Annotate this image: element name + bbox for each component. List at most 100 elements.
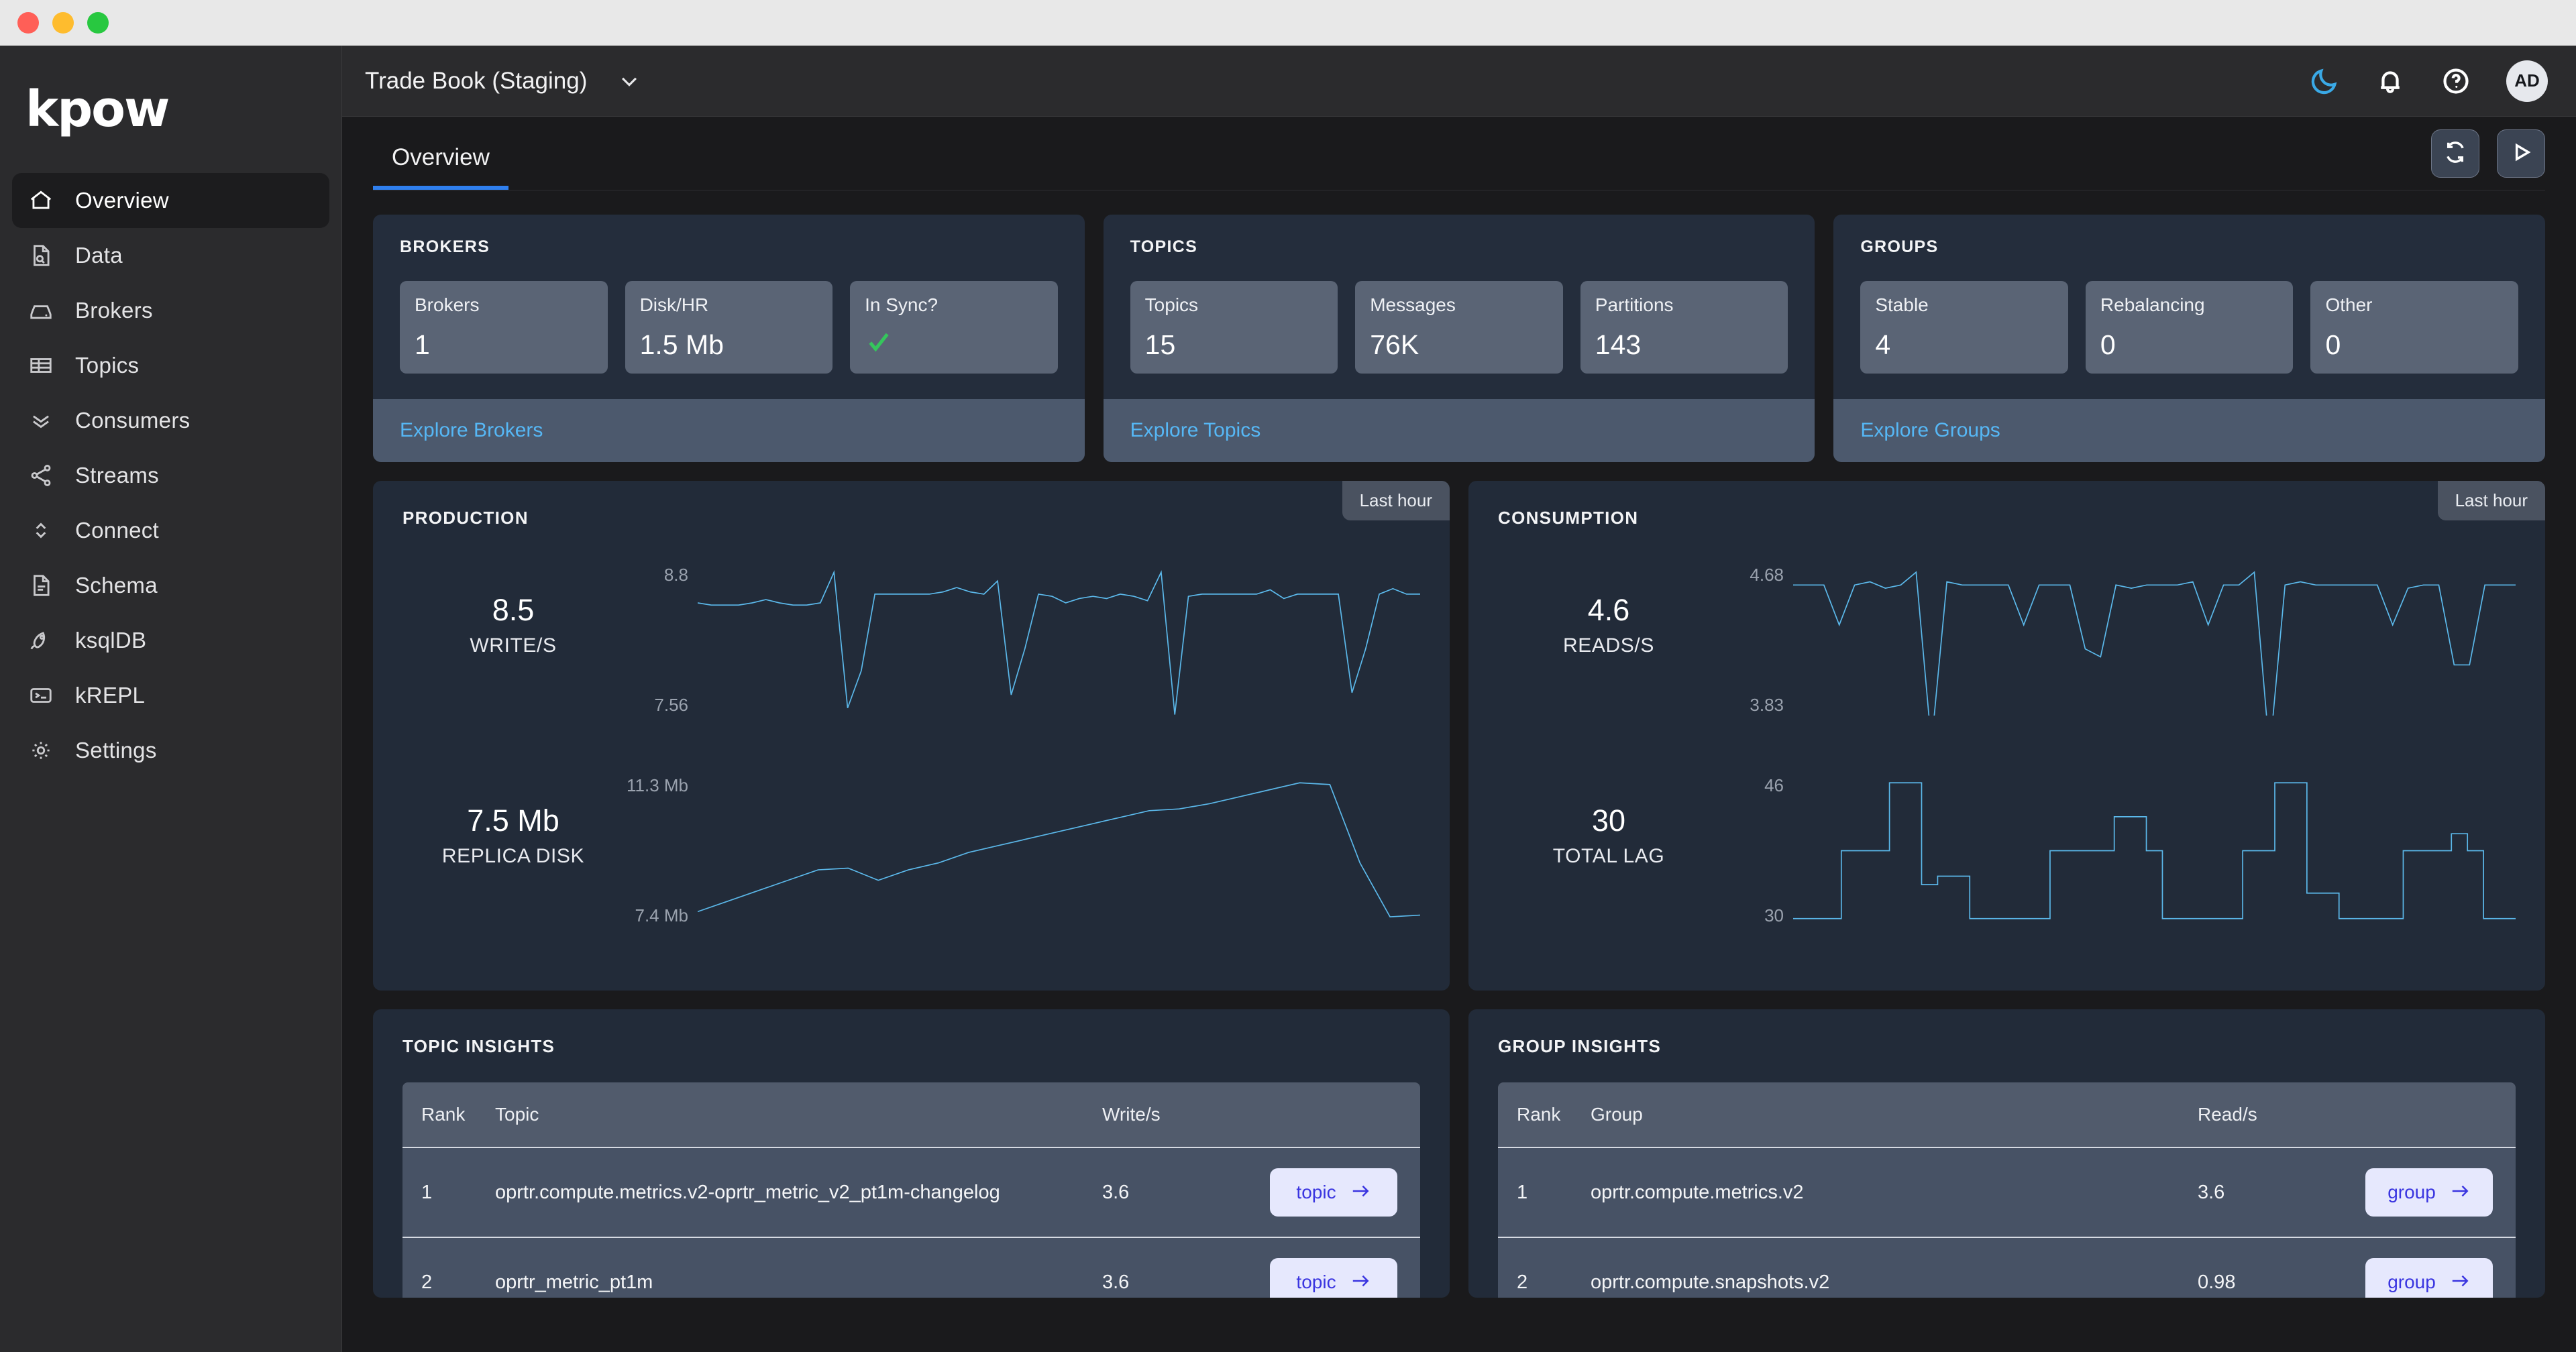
sparkline-reads	[1793, 565, 2516, 716]
topic-link-button[interactable]: topic	[1270, 1168, 1397, 1217]
explore-topics-link[interactable]: Explore Topics	[1130, 419, 1261, 441]
y-axis: 11.3 Mb 7.4 Mb	[624, 775, 698, 926]
stat-tiles: Topics 15 Messages 76K Partitions 143	[1130, 281, 1788, 374]
col-header-group: Group	[1572, 1082, 2179, 1147]
sidebar-item-connect[interactable]: Connect	[12, 503, 329, 558]
col-header-rank: Rank	[402, 1082, 476, 1147]
card-title: TOPICS	[1130, 237, 1788, 257]
sidebar-item-label: kREPL	[75, 683, 145, 708]
sidebar-item-brokers[interactable]: Brokers	[12, 283, 329, 338]
table-row[interactable]: 1 oprtr.compute.metrics.v2 3.6 group	[1498, 1147, 2516, 1237]
share-icon	[27, 461, 55, 490]
panel-toolbar	[2431, 129, 2545, 190]
stat-value: 4	[1875, 331, 2053, 359]
sidebar-item-ksqldb[interactable]: ksqlDB	[12, 613, 329, 668]
sidebar-item-consumers[interactable]: Consumers	[12, 393, 329, 448]
stat-tile-rebalancing: Rebalancing 0	[2086, 281, 2294, 374]
sidebar-item-streams[interactable]: Streams	[12, 448, 329, 503]
arrow-right-icon	[1351, 1182, 1371, 1203]
bell-icon[interactable]	[2375, 66, 2406, 97]
card-title: BROKERS	[400, 237, 1058, 257]
group-link-button[interactable]: group	[2365, 1258, 2493, 1298]
sidebar-item-topics[interactable]: Topics	[12, 338, 329, 393]
group-link-button[interactable]: group	[2365, 1168, 2493, 1217]
stat-label: In Sync?	[865, 294, 1043, 316]
table-row[interactable]: 1 oprtr.compute.metrics.v2-oprtr_metric_…	[402, 1147, 1420, 1237]
tab-overview[interactable]: Overview	[373, 144, 508, 190]
col-header-action	[2347, 1082, 2516, 1147]
cluster-selector[interactable]: Trade Book (Staging)	[365, 68, 641, 95]
table-row[interactable]: 2 oprtr_metric_pt1m 3.6 topic	[402, 1237, 1420, 1298]
cluster-name: Trade Book (Staging)	[365, 68, 587, 95]
topic-link-button[interactable]: topic	[1270, 1258, 1397, 1298]
card-footer: Explore Topics	[1104, 399, 1815, 462]
axis-min-label: 7.4 Mb	[635, 905, 689, 926]
sidebar-item-settings[interactable]: Settings	[12, 723, 329, 778]
stat-tile-topics: Topics 15	[1130, 281, 1338, 374]
arrow-right-icon	[2451, 1182, 2471, 1203]
sparkline-total-lag	[1793, 775, 2516, 926]
stat-tile-brokers: Brokers 1	[400, 281, 608, 374]
stat-tile-other: Other 0	[2310, 281, 2518, 374]
sidebar-item-overview[interactable]: Overview	[12, 173, 329, 228]
panel-group-insights: GROUP INSIGHTS Rank Group Read/s	[1468, 1009, 2545, 1298]
metric-label: REPLICA DISK	[402, 845, 624, 868]
sidebar-item-data[interactable]: Data	[12, 228, 329, 283]
panel-consumption: Last hour CONSUMPTION 4.6 READS/S 4.68 3…	[1468, 481, 2545, 991]
cell-rank: 1	[402, 1147, 476, 1237]
cell-rank: 1	[1498, 1147, 1572, 1237]
arrow-right-icon	[2451, 1272, 2471, 1293]
window-close-button[interactable]	[17, 12, 39, 34]
content-area: Overview	[342, 117, 2576, 1352]
sidebar-item-schema[interactable]: Schema	[12, 558, 329, 613]
avatar-initials: AD	[2514, 70, 2540, 91]
axis-min-label: 3.83	[1750, 695, 1784, 716]
explore-groups-link[interactable]: Explore Groups	[1860, 419, 2000, 441]
metric-replica-disk: 7.5 Mb REPLICA DISK 11.3 Mb 7.4 Mb	[402, 775, 1420, 950]
time-range-badge[interactable]: Last hour	[2438, 481, 2545, 520]
card-title: GROUPS	[1860, 237, 2518, 257]
play-icon	[2508, 139, 2534, 168]
arrow-right-icon	[1351, 1272, 1371, 1293]
refresh-button[interactable]	[2431, 129, 2479, 178]
card-body: BROKERS Brokers 1 Disk/HR 1.5 Mb	[373, 215, 1085, 399]
sidebar-item-label: Connect	[75, 518, 159, 543]
metric-summary: 4.6 READS/S	[1498, 565, 1719, 657]
sidebar: kpow Overview Data Brokers Topics	[0, 46, 342, 1352]
stat-tile-stable: Stable 4	[1860, 281, 2068, 374]
axis-min-label: 30	[1764, 905, 1784, 926]
cell-group: oprtr.compute.metrics.v2	[1572, 1147, 2179, 1237]
axis-max-label: 46	[1764, 775, 1784, 796]
explore-brokers-link[interactable]: Explore Brokers	[400, 419, 543, 441]
cell-reads: 3.6	[2179, 1147, 2347, 1237]
metric-value: 4.6	[1498, 593, 1719, 628]
metric-reads-per-s: 4.6 READS/S 4.68 3.83	[1498, 565, 2516, 739]
group-insights-table: Rank Group Read/s 1 oprtr.compute.metric…	[1498, 1082, 2516, 1298]
data-search-icon	[27, 241, 55, 270]
sidebar-item-krepl[interactable]: kREPL	[12, 668, 329, 723]
metric-value: 8.5	[402, 593, 624, 628]
table-row[interactable]: 2 oprtr.compute.snapshots.v2 0.98 group	[1498, 1237, 2516, 1298]
check-icon	[865, 330, 1043, 359]
table-icon	[27, 351, 55, 380]
document-icon	[27, 571, 55, 600]
play-button[interactable]	[2497, 129, 2545, 178]
metric-label: TOTAL LAG	[1498, 845, 1719, 868]
avatar[interactable]: AD	[2506, 60, 2548, 102]
col-header-action	[1251, 1082, 1420, 1147]
card-body: TOPICS Topics 15 Messages 76K Pa	[1104, 215, 1815, 399]
card-groups: GROUPS Stable 4 Rebalancing 0 Ot	[1833, 215, 2545, 462]
home-icon	[27, 186, 55, 215]
moon-icon[interactable]	[2309, 66, 2340, 97]
axis-max-label: 8.8	[664, 565, 688, 585]
metric-label: READS/S	[1498, 634, 1719, 657]
stat-value: 0	[2325, 331, 2504, 359]
window-minimize-button[interactable]	[52, 12, 74, 34]
col-header-reads: Read/s	[2179, 1082, 2347, 1147]
pill-label: group	[2387, 1182, 2436, 1203]
pill-label: topic	[1296, 1272, 1336, 1293]
time-range-badge[interactable]: Last hour	[1342, 481, 1450, 520]
window-maximize-button[interactable]	[87, 12, 109, 34]
window-titlebar	[0, 0, 2576, 46]
question-circle-icon[interactable]	[2440, 66, 2471, 97]
